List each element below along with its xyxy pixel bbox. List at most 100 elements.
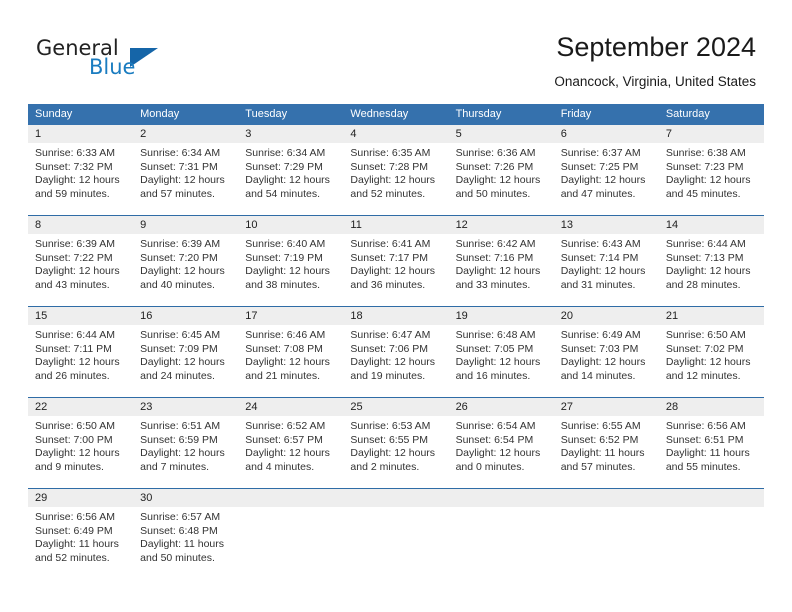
day-cell[interactable]: Sunrise: 6:43 AM Sunset: 7:14 PM Daylight:… <box>554 234 659 306</box>
day-cell[interactable]: Sunrise: 6:45 AM Sunset: 7:09 PM Daylight:… <box>133 325 238 397</box>
daylight-text-line2: and 40 minutes. <box>140 278 215 291</box>
day-number[interactable]: 5 <box>449 125 554 143</box>
daylight-text-line1: Daylight: 12 hours <box>455 356 541 369</box>
day-number[interactable]: 2 <box>133 125 238 143</box>
daylight-text-line1: Daylight: 11 hours <box>665 447 750 460</box>
day-number[interactable]: 25 <box>343 398 448 416</box>
weekday-header-tuesday: Tuesday <box>245 108 288 120</box>
daylight-text-line1: Daylight: 11 hours <box>560 447 645 460</box>
sunset-text: Sunset: 7:29 PM <box>245 160 323 173</box>
daylight-text-line1: Daylight: 12 hours <box>350 356 436 369</box>
day-number[interactable]: 1 <box>28 125 133 143</box>
day-cell[interactable]: Sunrise: 6:35 AM Sunset: 7:28 PM Daylight:… <box>343 143 448 215</box>
day-number[interactable]: 13 <box>554 216 659 234</box>
sunset-text: Sunset: 7:00 PM <box>35 433 113 446</box>
daylight-text-line2: and 28 minutes. <box>665 278 741 291</box>
day-number[interactable]: 11 <box>343 216 448 234</box>
day-number[interactable]: 19 <box>449 307 554 325</box>
day-cell[interactable]: Sunrise: 6:37 AM Sunset: 7:25 PM Daylight:… <box>554 143 659 215</box>
day-number[interactable]: 22 <box>28 398 133 416</box>
sunset-text: Sunset: 7:11 PM <box>35 342 112 355</box>
daylight-text-line1: Daylight: 12 hours <box>35 356 120 369</box>
calendar-week-row: 8 9 10 11 12 13 14 Sunrise: 6:39 AM Sunset: 7:22… <box>28 215 764 306</box>
daylight-text-line2: and 38 minutes. <box>245 278 320 291</box>
day-cell[interactable]: Sunrise: 6:52 AM Sunset: 6:57 PM Daylight:… <box>238 416 343 488</box>
day-number[interactable]: 12 <box>449 216 554 234</box>
day-cell[interactable]: Sunrise: 6:44 AM Sunset: 7:13 PM Daylight:… <box>659 234 764 306</box>
day-cell[interactable]: Sunrise: 6:39 AM Sunset: 7:22 PM Daylight:… <box>28 234 133 306</box>
sunrise-text: Sunrise: 6:46 AM <box>245 329 326 341</box>
sunrise-text: Sunrise: 6:50 AM <box>35 420 115 432</box>
sunrise-text: Sunrise: 6:44 AM <box>665 238 746 250</box>
day-number[interactable]: 6 <box>554 125 659 143</box>
day-cell[interactable]: Sunrise: 6:48 AM Sunset: 7:05 PM Daylight:… <box>449 325 554 397</box>
brand-logo[interactable]: General Blue <box>36 36 236 84</box>
day-cell[interactable]: Sunrise: 6:57 AM Sunset: 6:48 PM Daylight:… <box>133 507 238 579</box>
weekday-header-row: Sunday Monday Tuesday Wednesday Thursday… <box>28 104 764 125</box>
day-cell[interactable]: Sunrise: 6:55 AM Sunset: 6:52 PM Daylight:… <box>554 416 659 488</box>
day-cell[interactable]: Sunrise: 6:34 AM Sunset: 7:29 PM Daylight:… <box>238 143 343 215</box>
day-cell[interactable]: Sunrise: 6:53 AM Sunset: 6:55 PM Daylight:… <box>343 416 448 488</box>
day-cell[interactable]: Sunrise: 6:36 AM Sunset: 7:26 PM Daylight:… <box>449 143 554 215</box>
sunset-text: Sunset: 7:16 PM <box>455 251 534 264</box>
sunset-text: Sunset: 7:26 PM <box>455 160 534 173</box>
day-number[interactable]: 3 <box>238 125 343 143</box>
day-number[interactable]: 15 <box>28 307 133 325</box>
week-daynumber-row: 29 30 <box>28 489 764 507</box>
day-cell[interactable]: Sunrise: 6:50 AM Sunset: 7:00 PM Daylight:… <box>28 416 133 488</box>
day-number[interactable]: 26 <box>449 398 554 416</box>
day-number[interactable]: 7 <box>659 125 764 143</box>
day-number[interactable]: 29 <box>28 489 133 507</box>
day-number[interactable]: 24 <box>238 398 343 416</box>
day-cell[interactable]: Sunrise: 6:44 AM Sunset: 7:11 PM Daylight:… <box>28 325 133 397</box>
daylight-text-line2: and 21 minutes. <box>245 369 320 382</box>
daylight-text-line2: and 54 minutes. <box>245 187 320 200</box>
day-cell[interactable]: Sunrise: 6:42 AM Sunset: 7:16 PM Daylight:… <box>449 234 554 306</box>
day-number[interactable]: 21 <box>659 307 764 325</box>
day-cell-empty <box>659 507 764 579</box>
day-cell-empty <box>238 507 343 579</box>
day-cell[interactable]: Sunrise: 6:40 AM Sunset: 7:19 PM Daylight:… <box>238 234 343 306</box>
day-number-empty <box>238 489 343 507</box>
sunset-text: Sunset: 6:51 PM <box>665 433 744 446</box>
day-number[interactable]: 4 <box>343 125 448 143</box>
day-number[interactable]: 28 <box>659 398 764 416</box>
sunset-text: Sunset: 7:06 PM <box>350 342 429 355</box>
day-cell[interactable]: Sunrise: 6:33 AM Sunset: 7:32 PM Daylight:… <box>28 143 133 215</box>
day-cell[interactable]: Sunrise: 6:51 AM Sunset: 6:59 PM Daylight:… <box>133 416 238 488</box>
day-cell[interactable]: Sunrise: 6:46 AM Sunset: 7:08 PM Daylight:… <box>238 325 343 397</box>
day-cell[interactable]: Sunrise: 6:50 AM Sunset: 7:02 PM Daylight:… <box>659 325 764 397</box>
day-number[interactable]: 14 <box>659 216 764 234</box>
day-number[interactable]: 18 <box>343 307 448 325</box>
sunset-text: Sunset: 7:02 PM <box>665 342 744 355</box>
sunrise-text: Sunrise: 6:35 AM <box>350 147 431 159</box>
day-number[interactable]: 16 <box>133 307 238 325</box>
day-cell[interactable]: Sunrise: 6:41 AM Sunset: 7:17 PM Daylight:… <box>343 234 448 306</box>
calendar-week-row: 15 16 17 18 19 20 21 Sunrise: 6:44 AM Sunset: 7:… <box>28 306 764 397</box>
daylight-text-line2: and 50 minutes. <box>140 551 215 564</box>
daylight-text-line1: Daylight: 12 hours <box>350 447 436 460</box>
day-number[interactable]: 10 <box>238 216 343 234</box>
week-detail-row: Sunrise: 6:33 AM Sunset: 7:32 PM Daylight:… <box>28 143 764 215</box>
weekday-header-friday: Friday <box>560 108 592 120</box>
day-number[interactable]: 30 <box>133 489 238 507</box>
day-cell[interactable]: Sunrise: 6:56 AM Sunset: 6:51 PM Daylight:… <box>659 416 764 488</box>
daylight-text-line2: and 50 minutes. <box>455 187 531 200</box>
day-number[interactable]: 20 <box>554 307 659 325</box>
day-cell[interactable]: Sunrise: 6:47 AM Sunset: 7:06 PM Daylight:… <box>343 325 448 397</box>
day-cell[interactable]: Sunrise: 6:38 AM Sunset: 7:23 PM Daylight:… <box>659 143 764 215</box>
day-cell[interactable]: Sunrise: 6:54 AM Sunset: 6:54 PM Daylight:… <box>449 416 554 488</box>
day-number[interactable]: 17 <box>238 307 343 325</box>
day-number[interactable]: 9 <box>133 216 238 234</box>
day-number[interactable]: 23 <box>133 398 238 416</box>
day-cell[interactable]: Sunrise: 6:39 AM Sunset: 7:20 PM Daylight:… <box>133 234 238 306</box>
day-cell[interactable]: Sunrise: 6:49 AM Sunset: 7:03 PM Daylight:… <box>554 325 659 397</box>
week-daynumber-row: 22 23 24 25 26 27 28 <box>28 398 764 416</box>
day-number[interactable]: 27 <box>554 398 659 416</box>
day-cell-empty <box>554 507 659 579</box>
day-cell[interactable]: Sunrise: 6:56 AM Sunset: 6:49 PM Daylight:… <box>28 507 133 579</box>
day-number[interactable]: 8 <box>28 216 133 234</box>
sunset-text: Sunset: 7:14 PM <box>560 251 639 264</box>
sunrise-text: Sunrise: 6:44 AM <box>35 329 115 341</box>
day-cell[interactable]: Sunrise: 6:34 AM Sunset: 7:31 PM Daylight:… <box>133 143 238 215</box>
